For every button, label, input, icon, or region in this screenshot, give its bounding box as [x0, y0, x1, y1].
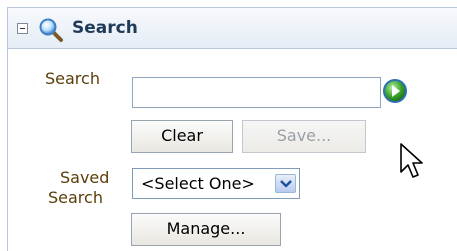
saved-search-select[interactable]: <Select One>	[132, 168, 300, 199]
go-arrow-icon[interactable]	[382, 78, 408, 104]
collapse-minus-icon[interactable]	[17, 23, 28, 34]
search-panel: Search Search Clear Save... Saved Search…	[7, 7, 457, 251]
save-button[interactable]: Save...	[242, 120, 366, 153]
search-input[interactable]	[132, 77, 381, 108]
chevron-down-icon[interactable]	[275, 174, 296, 193]
search-panel-window: Search Search Clear Save... Saved Search…	[0, 0, 457, 251]
saved-search-label-line2: Search	[48, 188, 103, 207]
saved-search-selected-value: <Select One>	[141, 174, 255, 193]
magnifier-icon	[38, 17, 64, 43]
mouse-pointer-icon	[399, 142, 425, 180]
manage-button[interactable]: Manage...	[131, 213, 281, 246]
panel-title: Search	[72, 18, 138, 38]
search-label: Search	[45, 69, 100, 88]
clear-button[interactable]: Clear	[131, 120, 233, 153]
panel-header: Search	[8, 8, 457, 49]
saved-search-label-line1: Saved	[60, 168, 110, 187]
